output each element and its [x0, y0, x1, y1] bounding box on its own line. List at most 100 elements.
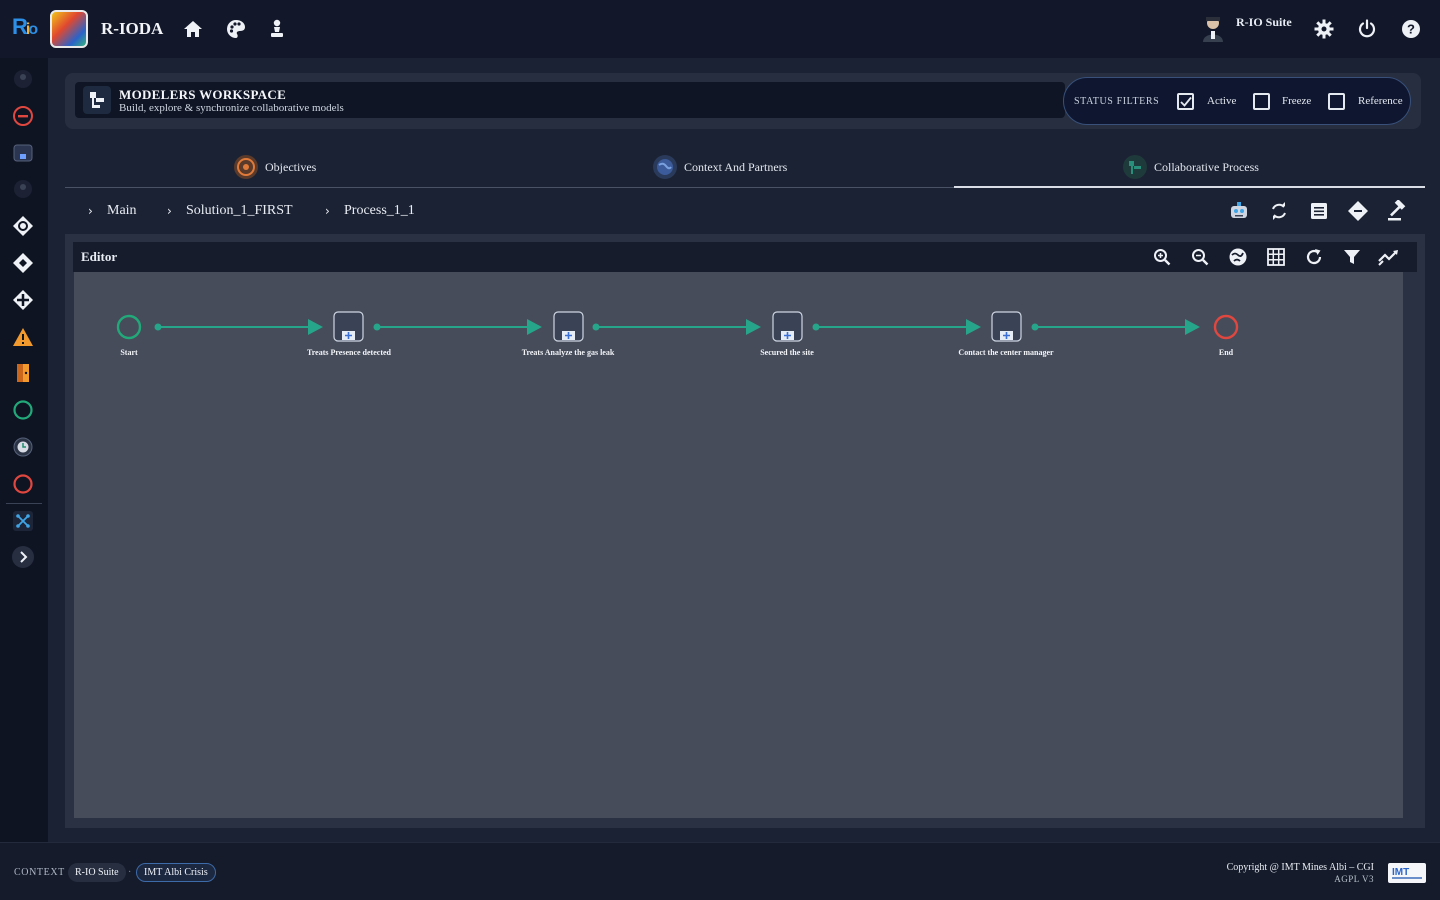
process-canvas[interactable]: Start Treats Presence detected Treats An… [74, 272, 1403, 818]
workspace-banner: MODELERS WORKSPACE Build, explore & sync… [75, 82, 1065, 118]
gavel-icon[interactable] [1386, 200, 1408, 222]
timer-event-icon[interactable] [10, 434, 36, 460]
tab-collaborative-process-label: Collaborative Process [1154, 159, 1259, 174]
end-event-icon[interactable] [10, 471, 36, 497]
tab-objectives[interactable]: Objectives [233, 146, 316, 188]
rail-item-remove[interactable] [10, 103, 36, 129]
diamond-icon[interactable] [1347, 200, 1369, 222]
tab-objectives-label: Objectives [265, 159, 317, 174]
context-chip-suite[interactable]: R-IO Suite [68, 863, 126, 882]
rail-item-gateway-and[interactable] [10, 250, 36, 276]
svg-text:?: ? [1407, 22, 1415, 37]
node-label: Treats Presence detected [307, 348, 391, 357]
editor-title: Editor [81, 249, 118, 264]
process-diagram [116, 311, 1239, 342]
process-icon [1122, 154, 1148, 180]
home-icon[interactable] [182, 18, 204, 40]
rail-item-partner[interactable] [10, 176, 36, 202]
license: AGPL V3 [1334, 874, 1374, 884]
freeze-checkbox[interactable] [1253, 93, 1270, 110]
task-node[interactable] [772, 311, 803, 342]
node-label: Secured the site [760, 348, 814, 357]
breadcrumb: › Main › Solution_1_FIRST › Process_1_1 [65, 188, 1425, 234]
settings-icon[interactable] [1313, 18, 1335, 40]
app-name: R-IODA [101, 19, 164, 38]
tab-collaborative-process[interactable]: Collaborative Process [1122, 146, 1259, 188]
chess-pawn-icon[interactable] [266, 18, 288, 40]
task-node[interactable] [553, 311, 584, 342]
sync-icon[interactable] [1268, 200, 1290, 222]
start-event-icon[interactable] [10, 397, 36, 423]
start-event[interactable] [116, 314, 142, 340]
power-icon[interactable] [1356, 18, 1378, 40]
workspace-header: MODELERS WORKSPACE Build, explore & sync… [65, 73, 1421, 129]
sequence-flow[interactable] [373, 319, 543, 335]
breadcrumb-main[interactable]: Main [107, 203, 137, 219]
sequence-flow[interactable] [1031, 319, 1201, 335]
footer: CONTEXT R-IO Suite · IMT Albi Crisis Cop… [0, 842, 1440, 900]
expand-rail-button[interactable] [10, 544, 36, 570]
editor-panel: Editor Start Treats Presence detected Tr… [65, 234, 1425, 828]
workspace-subtitle: Build, explore & synchronize collaborati… [119, 102, 344, 114]
robot-icon[interactable] [1228, 200, 1250, 222]
status-filters: STATUS FILTERS Active Freeze Reference [1063, 77, 1411, 125]
context-label: CONTEXT [14, 867, 65, 878]
reference-label[interactable]: Reference [1358, 95, 1403, 107]
workspace-title: MODELERS WORKSPACE [119, 87, 287, 102]
breadcrumb-process[interactable]: Process_1_1 [344, 203, 415, 219]
svg-text:IMT: IMT [1392, 867, 1409, 878]
trend-icon[interactable] [1378, 246, 1400, 268]
tab-context-partners[interactable]: Context And Partners [652, 146, 787, 188]
node-label: Start [120, 348, 138, 357]
user-name[interactable]: R-IO Suite [1236, 15, 1292, 30]
imt-logo: IMT [1388, 863, 1426, 883]
rail-item-gateway-xor[interactable] [10, 287, 36, 313]
list-icon[interactable] [1308, 200, 1330, 222]
filter-icon[interactable] [1341, 246, 1363, 268]
task-node[interactable] [333, 311, 364, 342]
workspace-icon [83, 86, 111, 114]
rail-divider [6, 503, 42, 504]
sequence-flow[interactable] [592, 319, 762, 335]
top-bar: Rio R-IODA R-IO Suite ? [0, 0, 1440, 58]
palette-icon[interactable] [225, 18, 247, 40]
chip-separator: · [128, 867, 132, 878]
chevron-right-icon: › [325, 204, 330, 218]
reference-checkbox[interactable] [1328, 93, 1345, 110]
rail-item-gateway-or[interactable] [10, 213, 36, 239]
globe-icon [652, 154, 678, 180]
active-checkbox[interactable] [1177, 93, 1194, 110]
node-label: Contact the center manager [958, 348, 1054, 357]
chevron-right-icon: › [88, 204, 93, 218]
tab-context-partners-label: Context And Partners [684, 159, 788, 174]
node-label: End [1218, 348, 1234, 357]
model-tabs: Objectives Context And Partners Collabor… [65, 146, 1425, 188]
globe-icon[interactable] [1227, 246, 1249, 268]
sequence-flow[interactable] [812, 319, 982, 335]
active-label[interactable]: Active [1207, 95, 1236, 107]
task-node[interactable] [991, 311, 1022, 342]
grid-icon[interactable] [1265, 246, 1287, 268]
rail-item-actor[interactable] [10, 66, 36, 92]
help-icon[interactable]: ? [1400, 18, 1422, 40]
status-filters-label: STATUS FILTERS [1074, 96, 1160, 107]
connector-icon[interactable] [10, 508, 36, 534]
door-icon[interactable] [10, 360, 36, 386]
rail-item-task[interactable] [10, 140, 36, 166]
zoom-in-icon[interactable] [1151, 246, 1173, 268]
refresh-icon[interactable] [1303, 246, 1325, 268]
left-rail [0, 58, 48, 842]
sequence-flow[interactable] [154, 319, 324, 335]
copyright: Copyright @ IMT Mines Albi – CGI [1226, 862, 1374, 873]
end-event[interactable] [1213, 314, 1239, 340]
app-logo[interactable] [50, 10, 88, 48]
freeze-label[interactable]: Freeze [1282, 95, 1311, 107]
breadcrumb-solution[interactable]: Solution_1_FIRST [186, 203, 293, 219]
user-avatar[interactable] [1200, 15, 1226, 43]
rio-logo[interactable]: Rio [12, 14, 42, 44]
context-chip-crisis[interactable]: IMT Albi Crisis [136, 863, 216, 882]
warning-icon[interactable] [10, 324, 36, 350]
zoom-out-icon[interactable] [1189, 246, 1211, 268]
editor-toolbar: Editor [73, 242, 1417, 272]
main-area: MODELERS WORKSPACE Build, explore & sync… [48, 58, 1440, 842]
